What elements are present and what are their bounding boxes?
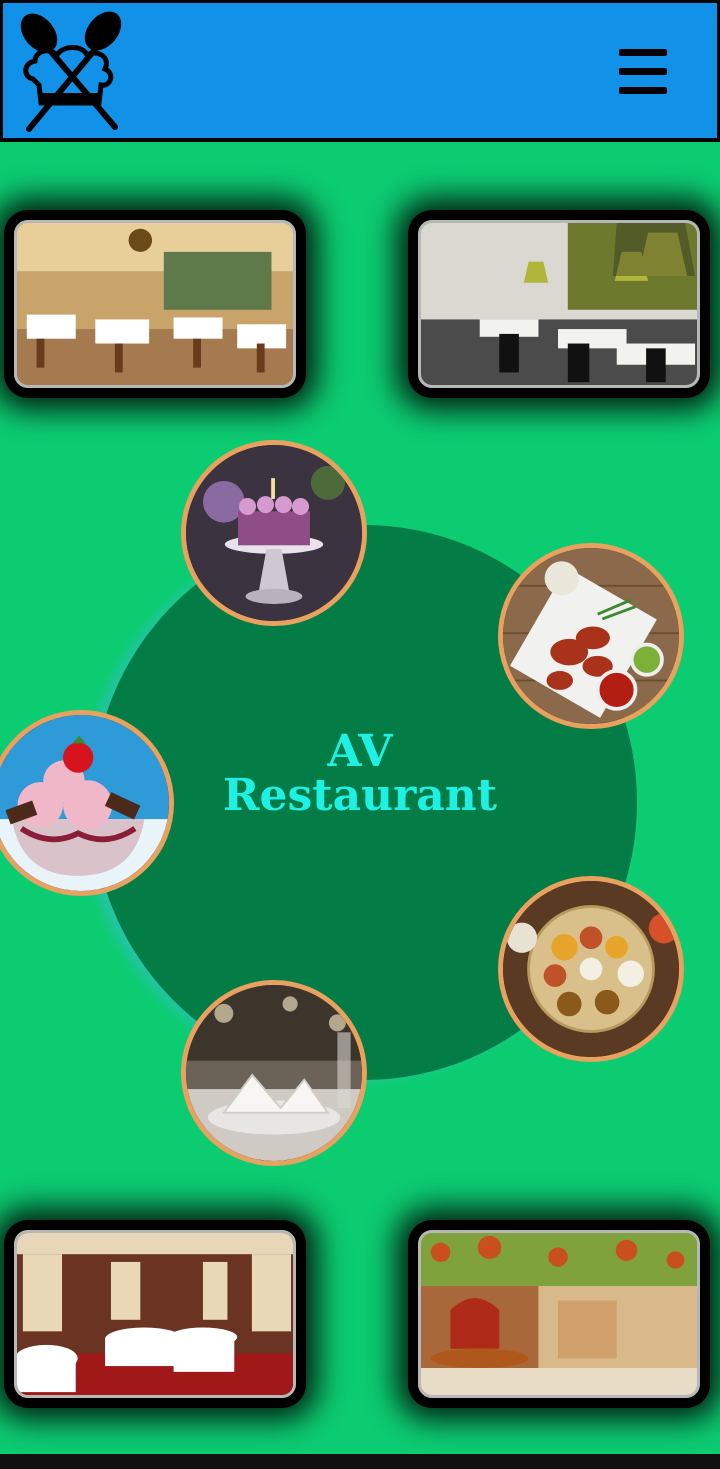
menu-bar <box>619 87 667 94</box>
title-line2: Restaurant <box>222 770 498 821</box>
tandoori-platter-image[interactable] <box>498 543 684 729</box>
menu-bar <box>619 68 667 75</box>
restaurant-interior-image[interactable] <box>14 220 296 388</box>
title-line1: AV <box>327 726 393 777</box>
modern-dining-hall-image[interactable] <box>418 220 700 388</box>
footer-bar <box>0 1454 720 1469</box>
thali-image[interactable] <box>498 876 684 1062</box>
page-title: AV Restaurant <box>210 730 510 818</box>
hamburger-menu-icon[interactable] <box>615 47 671 97</box>
menu-bar <box>619 49 667 56</box>
cake-image[interactable] <box>181 440 367 626</box>
fine-dining-room-image[interactable] <box>14 1230 296 1398</box>
table-setting-image[interactable] <box>181 980 367 1166</box>
courtyard-restaurant-image[interactable] <box>418 1230 700 1398</box>
restaurant-logo-icon[interactable] <box>19 7 123 133</box>
top-navbar <box>0 0 720 142</box>
